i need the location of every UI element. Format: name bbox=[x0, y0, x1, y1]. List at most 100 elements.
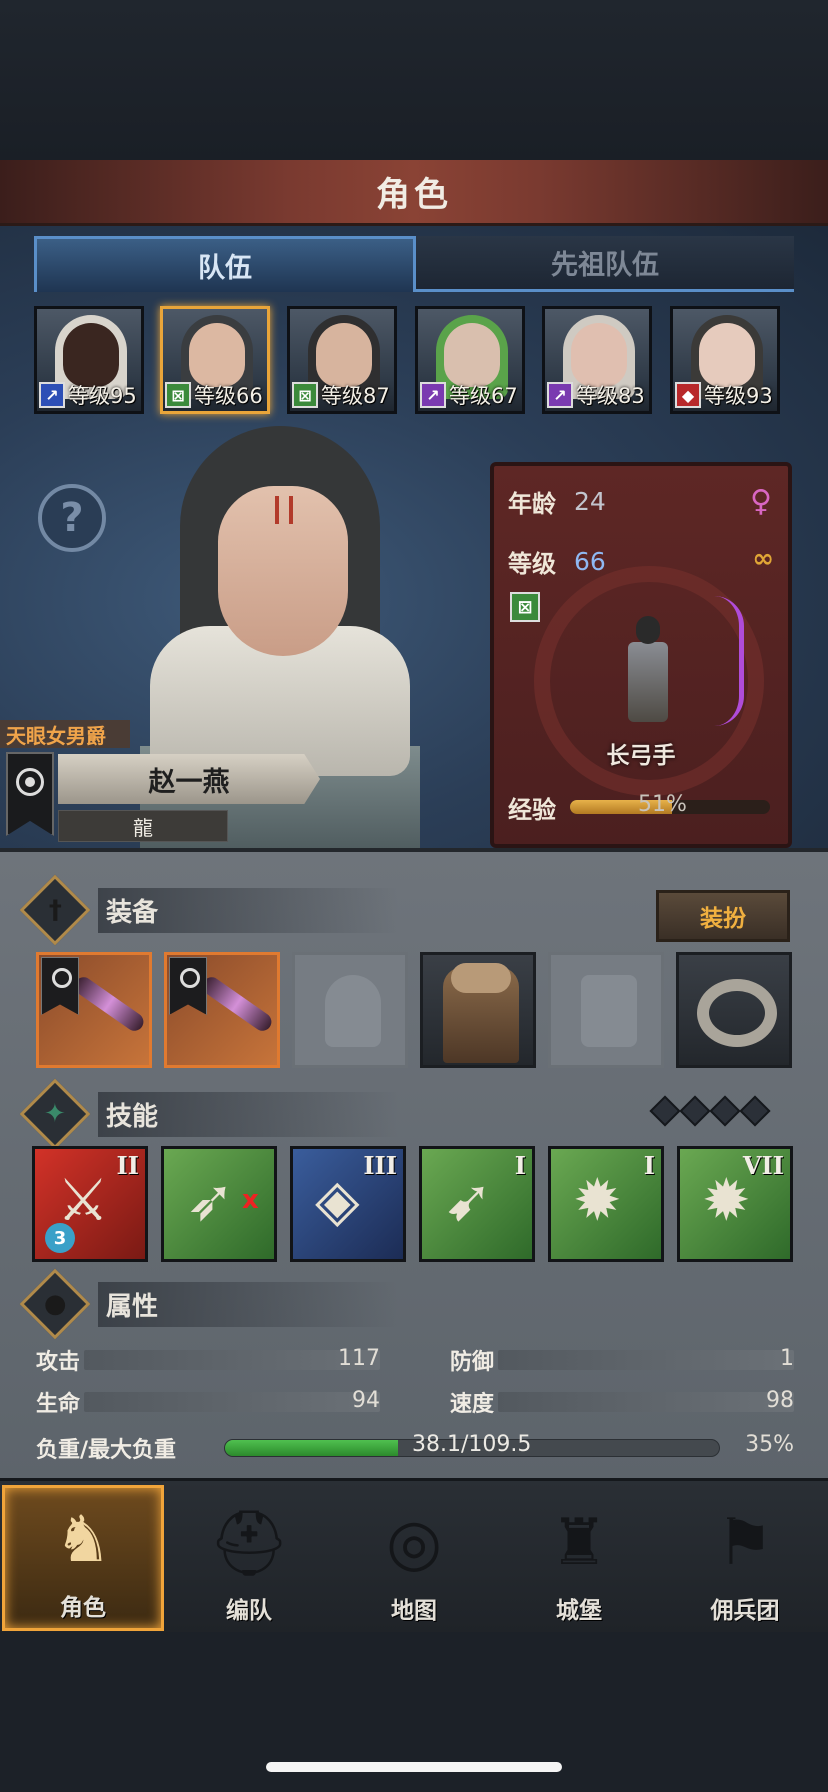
skill-slot[interactable]: ⚔ II 3 bbox=[32, 1146, 148, 1262]
female-icon: ♀ bbox=[750, 484, 772, 519]
roster-member[interactable]: ↗ 等级83 bbox=[542, 306, 652, 414]
skill-point-gem bbox=[649, 1095, 681, 1127]
equip-slot-armor[interactable] bbox=[420, 952, 536, 1068]
longbow-item-icon bbox=[71, 973, 147, 1035]
team-roster: ↗ 等级95 ⊠ 等级66 ⊠ 等级87 ↗ 等级67 ↗ 等级83 ◆ 等级9… bbox=[34, 306, 792, 418]
skill-slot[interactable]: ◈ III bbox=[290, 1146, 406, 1262]
member-level: 等级67 bbox=[449, 384, 518, 408]
clan-banner-icon[interactable] bbox=[6, 752, 54, 836]
skill-slot[interactable]: ➶ x bbox=[161, 1146, 277, 1262]
clan-name: 龍 bbox=[133, 815, 153, 840]
hp-label: 生命 bbox=[36, 1392, 81, 1417]
roster-member[interactable]: ◆ 等级93 bbox=[670, 306, 780, 414]
helmet-icon: ⛑ bbox=[208, 1506, 290, 1581]
equip-slot-boots[interactable] bbox=[548, 952, 664, 1068]
equip-slot-weapon[interactable] bbox=[164, 952, 280, 1068]
burst-skill-icon: ✹ bbox=[573, 1166, 622, 1234]
knight-icon: ♞ bbox=[54, 1503, 112, 1577]
skill-slot[interactable]: ➹ I bbox=[419, 1146, 535, 1262]
name-plate[interactable]: 赵一燕 bbox=[58, 754, 320, 804]
longbow-sprite bbox=[714, 596, 744, 726]
dagger-icon: † bbox=[19, 874, 91, 946]
cancel-mark-icon: x bbox=[242, 1185, 259, 1215]
forehead-mark bbox=[275, 496, 293, 524]
staff-class-icon: ↗ bbox=[547, 382, 573, 408]
roster-member[interactable]: ↗ 等级67 bbox=[415, 306, 525, 414]
attack-label: 攻击 bbox=[36, 1350, 81, 1375]
skill-tier: I bbox=[514, 1151, 526, 1180]
nav-castle[interactable]: ♜ 城堡 bbox=[498, 1485, 660, 1631]
member-face bbox=[699, 323, 755, 387]
skill-point-gem bbox=[739, 1095, 771, 1127]
longbow-item-icon bbox=[199, 973, 275, 1035]
roster-member[interactable]: ⊠ 等级87 bbox=[287, 306, 397, 414]
bow-class-icon: ⊠ bbox=[292, 382, 318, 408]
member-level: 等级87 bbox=[321, 384, 390, 408]
attack-value: 117 bbox=[338, 1346, 380, 1371]
exp-percent: 51% bbox=[638, 792, 687, 817]
skill-slot[interactable]: ✹ I bbox=[548, 1146, 664, 1262]
speed-value: 98 bbox=[766, 1388, 794, 1413]
page-title: 角色 bbox=[376, 175, 452, 215]
skill-tier: III bbox=[363, 1151, 397, 1180]
member-level: 等级83 bbox=[576, 384, 645, 408]
level-label: 等级 bbox=[508, 550, 556, 578]
staff-class-icon: ↗ bbox=[420, 382, 446, 408]
dress-up-button[interactable]: 装扮 bbox=[656, 890, 790, 942]
level-value: 66 bbox=[574, 547, 606, 576]
nav-map[interactable]: ◎ 地图 bbox=[333, 1485, 495, 1631]
attributes-title: 属性 bbox=[98, 1281, 399, 1327]
nav-mercenaries[interactable]: ⚑ 佣兵团 bbox=[664, 1485, 826, 1631]
member-level: 等级95 bbox=[68, 384, 137, 408]
equipment-title: 装备 bbox=[98, 887, 399, 933]
help-button[interactable]: ? bbox=[38, 484, 106, 552]
speed-label: 速度 bbox=[450, 1392, 495, 1417]
skill-tier: II bbox=[116, 1151, 139, 1180]
rings-icon[interactable]: ∞ bbox=[752, 544, 774, 574]
member-face bbox=[316, 323, 372, 387]
equip-slot-weapon[interactable] bbox=[36, 952, 152, 1068]
equip-slot-helmet[interactable] bbox=[292, 952, 408, 1068]
load-label: 负重/最大负重 bbox=[36, 1438, 177, 1463]
title-bar: 角色 bbox=[0, 160, 828, 226]
arrow-dash-skill-icon: ⚔ bbox=[57, 1166, 109, 1234]
bow-class-icon: ⊠ bbox=[165, 382, 191, 408]
roster-member-selected[interactable]: ⊠ 等级66 bbox=[160, 306, 270, 414]
sword-class-icon: ↗ bbox=[39, 382, 65, 408]
skill-tier: I bbox=[643, 1151, 655, 1180]
member-face bbox=[444, 323, 500, 387]
home-indicator[interactable] bbox=[266, 1762, 562, 1772]
skill-slot[interactable]: ✹ VII bbox=[677, 1146, 793, 1262]
tab-ancestor-team[interactable]: 先祖队伍 bbox=[416, 236, 794, 292]
skills-title: 技能 bbox=[98, 1091, 399, 1137]
defense-label: 防御 bbox=[450, 1350, 495, 1375]
castle-icon: ♜ bbox=[550, 1506, 608, 1580]
top-backdrop bbox=[0, 0, 828, 160]
member-face bbox=[571, 323, 627, 387]
hp-value: 94 bbox=[352, 1388, 380, 1413]
noble-title: 天眼女男爵 bbox=[6, 723, 106, 748]
info-card: 年龄 24 ♀ 等级 66 ∞ ⊠ 长弓手 经验 51% bbox=[490, 462, 792, 848]
clan-plate: 龍 bbox=[58, 810, 228, 842]
load-percent: 35% bbox=[745, 1432, 794, 1457]
equip-slot-ring[interactable] bbox=[676, 952, 792, 1068]
boots-slot-icon bbox=[581, 975, 637, 1047]
clan-banner-icon bbox=[169, 957, 207, 1015]
details-panel: † 装备 装扮 ✦ 技能 ⚔ II 3 ➶ x ◈ III ➹ I ✹ I ✹ … bbox=[0, 848, 828, 1478]
skill-points bbox=[649, 1095, 771, 1127]
nav-formation[interactable]: ⛑ 编队 bbox=[168, 1485, 330, 1631]
age-value: 24 bbox=[574, 487, 606, 516]
ring-item-icon bbox=[697, 979, 777, 1047]
bow-class-icon: ⊠ bbox=[510, 592, 540, 622]
member-face bbox=[63, 323, 119, 387]
nav-character[interactable]: ♞ 角色 bbox=[2, 1485, 164, 1631]
member-level: 等级66 bbox=[194, 384, 263, 408]
character-name: 赵一燕 bbox=[148, 766, 230, 798]
member-face bbox=[189, 323, 245, 387]
character-panel: 队伍 先祖队伍 ↗ 等级95 ⊠ 等级66 ⊠ 等级87 ↗ 等级67 ↗ 等级… bbox=[0, 226, 828, 848]
tab-team[interactable]: 队伍 bbox=[34, 236, 416, 292]
star-icon: ✦ bbox=[19, 1078, 91, 1150]
tab-bar: 队伍 先祖队伍 bbox=[34, 236, 794, 294]
age-label: 年龄 bbox=[508, 490, 556, 518]
roster-member[interactable]: ↗ 等级95 bbox=[34, 306, 144, 414]
